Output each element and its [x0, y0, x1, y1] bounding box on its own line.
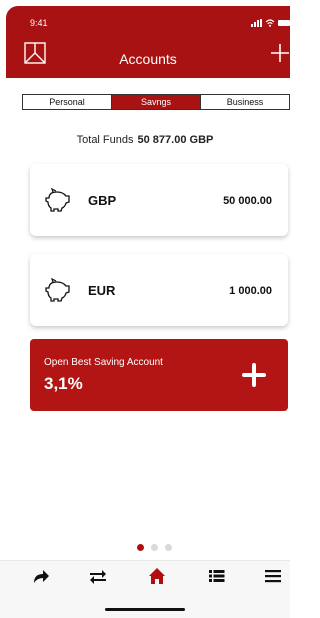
page-dot[interactable]	[165, 544, 172, 551]
total-funds-value: 50 877.00 GBP	[137, 134, 214, 146]
open-savings-promo[interactable]: Open Best Saving Account 3,1%	[30, 339, 288, 411]
page-indicator	[137, 544, 172, 551]
list-icon[interactable]	[208, 567, 226, 585]
tab-business[interactable]: Business	[201, 95, 290, 109]
menu-icon[interactable]	[264, 567, 282, 585]
promo-label: Open Best Saving Account	[44, 357, 163, 368]
total-funds: Total Funds 50 877.00 GBP	[0, 134, 290, 146]
piggy-bank-icon	[45, 188, 70, 212]
plus-icon[interactable]	[242, 363, 266, 387]
account-currency: GBP	[88, 193, 117, 208]
page-dot[interactable]	[137, 544, 144, 551]
account-currency: EUR	[88, 283, 116, 298]
account-type-tabs: Personal Savngs Business	[22, 94, 290, 110]
page-dot[interactable]	[151, 544, 158, 551]
home-icon[interactable]	[148, 567, 166, 585]
home-indicator[interactable]	[105, 608, 185, 611]
signal-icon	[251, 19, 262, 27]
piggy-bank-icon	[45, 278, 70, 302]
account-balance: 50 000.00	[223, 195, 272, 207]
status-time: 9:41	[30, 18, 48, 28]
battery-icon	[278, 20, 290, 26]
bottom-nav	[0, 560, 290, 618]
status-icons	[251, 19, 290, 27]
page-title: Accounts	[119, 51, 177, 67]
wifi-icon	[265, 19, 275, 27]
account-balance: 1 000.00	[229, 285, 272, 297]
transfer-icon[interactable]	[89, 567, 107, 585]
tab-savings[interactable]: Savngs	[112, 95, 201, 109]
total-funds-label: Total Funds	[76, 134, 134, 146]
app-header: 9:41 Accounts	[6, 6, 290, 78]
account-card-eur[interactable]: EUR 1 000.00	[30, 254, 288, 326]
promo-rate: 3,1%	[44, 374, 83, 393]
tab-personal[interactable]: Personal	[23, 95, 112, 109]
account-card-gbp[interactable]: GBP 50 000.00	[30, 164, 288, 236]
share-icon[interactable]	[32, 567, 50, 585]
add-account-icon[interactable]	[270, 43, 290, 63]
